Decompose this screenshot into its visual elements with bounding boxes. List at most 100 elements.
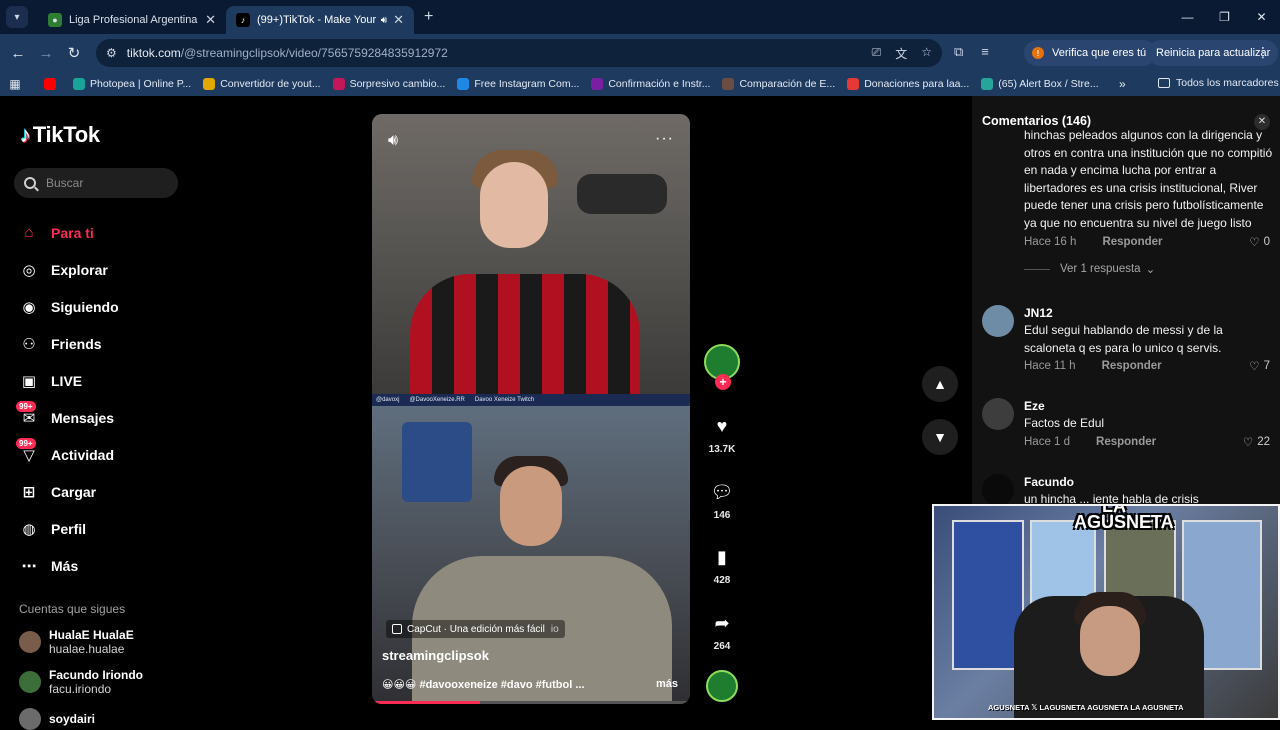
bookmark-item[interactable]	[44, 78, 61, 90]
reply-button[interactable]: Responder	[1096, 436, 1156, 448]
search-input[interactable]: Buscar	[14, 168, 178, 198]
video-progress-bar[interactable]	[372, 701, 690, 704]
see-more-link[interactable]: más	[656, 678, 678, 690]
tab-search-button[interactable]: ▾	[6, 6, 28, 28]
close-window-icon[interactable]: ✕	[1243, 10, 1280, 24]
site-info-icon[interactable]: ⚙	[106, 46, 117, 60]
browser-tab-liga[interactable]: ● Liga Profesional Argentina - PO ✕	[38, 6, 226, 34]
like-count: 13.7K	[708, 444, 736, 455]
save-button[interactable]: ▮ 428	[702, 545, 742, 586]
bookmark-favicon-icon	[847, 78, 860, 90]
following-icon: ◉	[22, 298, 36, 316]
minimize-icon[interactable]: —	[1169, 10, 1206, 24]
view-replies-button[interactable]: Ver 1 respuesta ⌄	[1024, 262, 1155, 276]
address-bar[interactable]: ⚙ tiktok.com/@streamingclipsok/video/756…	[96, 39, 942, 67]
reload-icon[interactable]: ↻	[60, 44, 88, 62]
comment-like-button[interactable]: ♡ 0	[1249, 235, 1270, 249]
comment-like-button[interactable]: ♡ 22	[1243, 435, 1270, 449]
speaker-icon[interactable]: 🔊︎	[381, 15, 387, 26]
all-bookmarks-label: Todos los marcadores	[1176, 77, 1279, 89]
sidebar-item-siguiendo[interactable]: ◉ Siguiendo	[18, 288, 119, 325]
comment-author[interactable]: Eze	[1024, 399, 1045, 413]
extensions-icon[interactable]: ⧉	[954, 44, 963, 60]
previous-video-button[interactable]: ▲	[922, 366, 958, 402]
video-player[interactable]: @davoxj @DavooXeneize.RR Davoo Xeneize Twi…	[372, 114, 690, 704]
comment-like-button[interactable]: ♡ 7	[1249, 359, 1270, 373]
comment-time: Hace 16 h	[1024, 236, 1077, 248]
video-author[interactable]: streamingclipsok	[382, 648, 489, 663]
following-account[interactable]: soydairi	[19, 708, 95, 730]
live-icon: ▣	[21, 372, 37, 390]
chevron-down-icon: ⌄	[1145, 264, 1156, 276]
verify-button[interactable]: ! Verifica que eres tú	[1024, 40, 1157, 66]
all-bookmarks-button[interactable]: Todos los marcadores	[1158, 77, 1279, 89]
close-tab-icon[interactable]: ✕	[205, 12, 216, 28]
more-options-icon[interactable]: ···	[655, 130, 674, 148]
following-account[interactable]: Facundo Iriondo facu.iriondo	[19, 668, 143, 696]
like-button[interactable]: ♥ 13.7K	[702, 414, 742, 455]
sidebar-item-cargar[interactable]: ⊞ Cargar	[18, 473, 119, 510]
bookmark-star-icon[interactable]: ☆	[921, 45, 932, 62]
sidebar-item-mensajes[interactable]: ✉ 99+ Mensajes	[16, 399, 119, 436]
close-tab-icon[interactable]: ✕	[393, 12, 404, 28]
bookmark-item[interactable]: Comparación de E...	[722, 78, 835, 90]
sidebar-item-live[interactable]: ▣ LIVE	[18, 362, 119, 399]
chevron-down-icon: ▼	[933, 429, 947, 445]
follow-plus-icon[interactable]: +	[715, 374, 731, 390]
bookmark-item[interactable]: Donaciones para laa...	[847, 78, 969, 90]
tiktok-logo[interactable]: ♪ TikTok	[20, 122, 100, 148]
sidebar-item-más[interactable]: ⋯ Más	[18, 547, 119, 584]
media-control-icon[interactable]: ≡	[981, 44, 989, 60]
sidebar-item-para-ti[interactable]: ⌂ Para ti	[18, 214, 119, 251]
cast-icon[interactable]: ⎚	[872, 45, 882, 62]
reply-button[interactable]: Responder	[1102, 236, 1162, 248]
bookmark-item[interactable]: Photopea | Online P...	[73, 78, 191, 90]
capcut-badge[interactable]: CapCut · Una edición más fácil io	[386, 620, 565, 638]
new-tab-button[interactable]: +	[424, 8, 433, 26]
jersey-image	[402, 422, 472, 502]
music-disc-icon[interactable]	[706, 670, 738, 702]
following-account[interactable]: HualaE HualaE hualae.hualae	[19, 628, 134, 656]
bookmark-label: Convertidor de yout...	[220, 78, 321, 90]
chevron-up-icon: ▲	[933, 376, 947, 392]
forward-icon[interactable]: →	[32, 45, 60, 62]
bookmark-item[interactable]: Sorpresivo cambio...	[332, 78, 445, 90]
next-video-button[interactable]: ▼	[922, 419, 958, 455]
browser-menu-icon[interactable]: ⋮	[1256, 44, 1270, 61]
volume-icon[interactable]: 🔊︎	[388, 132, 398, 150]
apps-grid-icon[interactable]: ▦	[0, 77, 30, 91]
search-placeholder: Buscar	[46, 176, 84, 190]
comment-author[interactable]: JN12	[1024, 306, 1053, 320]
back-icon[interactable]: ←	[4, 45, 32, 62]
restore-icon[interactable]: ❐	[1206, 10, 1243, 24]
bookmark-item[interactable]: Convertidor de yout...	[203, 78, 321, 90]
share-button[interactable]: ➦ 264	[702, 611, 742, 652]
comments-header: Comentarios (146)	[982, 114, 1212, 128]
sidebar-item-friends[interactable]: ⚇ Friends	[18, 325, 119, 362]
heart-outline-icon: ♡	[1249, 237, 1260, 249]
sidebar-item-explorar[interactable]: ◎ Explorar	[18, 251, 119, 288]
sidebar-item-perfil[interactable]: ◍ Perfil	[18, 510, 119, 547]
translate-icon[interactable]: 文	[895, 45, 907, 62]
bookmark-favicon-icon	[591, 78, 604, 90]
avatar[interactable]	[982, 305, 1014, 337]
video-caption: 😀😀😀 #davooxeneize #davo #futbol ...	[382, 679, 585, 691]
sidebar-item-label: Siguiendo	[51, 298, 119, 315]
bookmark-item[interactable]: Free Instagram Com...	[457, 78, 579, 90]
more-bookmarks-icon[interactable]: »	[1119, 77, 1126, 91]
tiktok-logo-icon: ♪	[20, 122, 31, 147]
avatar[interactable]	[982, 398, 1014, 430]
bookmark-item[interactable]: (65) Alert Box / Stre...	[981, 78, 1099, 90]
sidebar-item-actividad[interactable]: ▽ 99+ Actividad	[16, 436, 119, 473]
comment-meta: Hace 11 h Responder ♡ 7	[1024, 359, 1270, 373]
browser-tab-tiktok[interactable]: ♪ (99+)TikTok - Make Your Da 🔊︎ ✕	[226, 6, 414, 34]
close-comments-icon[interactable]: ✕	[1254, 114, 1270, 130]
avatar	[19, 708, 41, 730]
globe-icon: ●	[48, 13, 62, 27]
comment-author[interactable]: Facundo	[1024, 475, 1074, 489]
account-name: soydairi	[49, 712, 96, 726]
bookmark-item[interactable]: Confirmación e Instr...	[591, 78, 710, 90]
avatar[interactable]	[982, 474, 1014, 506]
comment-button[interactable]: 💬︎ 146	[702, 480, 742, 521]
reply-button[interactable]: Responder	[1102, 360, 1162, 372]
